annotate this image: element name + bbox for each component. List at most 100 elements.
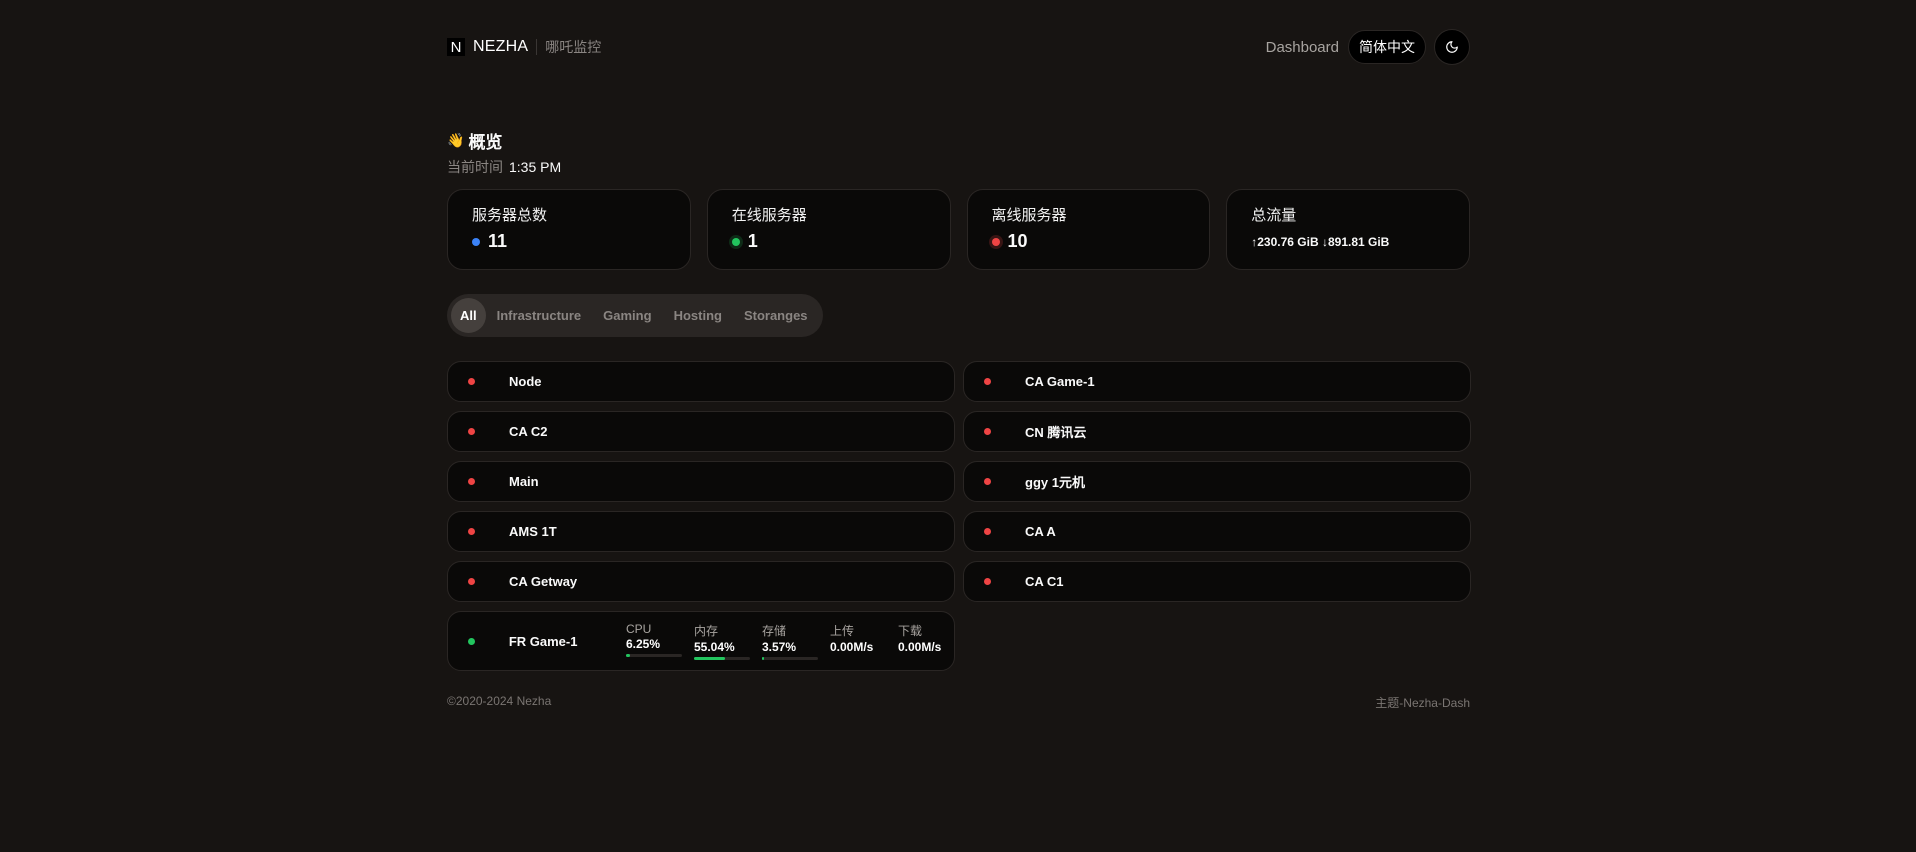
server-name: Main <box>509 474 539 489</box>
offline-status-icon <box>468 478 475 485</box>
server-card[interactable]: AMS 1T <box>447 511 955 552</box>
card-total-servers[interactable]: 服务器总数 11 <box>447 189 691 270</box>
memory-bar-fill <box>694 657 725 660</box>
disk-bar-fill <box>762 657 765 660</box>
brand-name: NEZHA <box>473 38 529 55</box>
server-name: CA C1 <box>1025 574 1064 589</box>
metric-label: 下载 <box>898 624 923 638</box>
metric-value: 0.00M/s <box>830 640 874 654</box>
server-name: Node <box>509 374 542 389</box>
server-name: FR Game-1 <box>508 633 578 649</box>
online-status-icon <box>468 637 475 645</box>
server-card[interactable]: ggy 1元机 <box>963 461 1471 502</box>
nezha-logo-icon: N <box>447 38 465 56</box>
offline-status-icon <box>984 578 991 585</box>
server-metrics: CPU 6.25% 内存 55.04% 存储 3.57% 上传 0.00M/s <box>626 622 954 660</box>
server-card[interactable]: CA C2 <box>447 411 955 452</box>
metric-label: 上传 <box>830 624 855 638</box>
tab-gaming[interactable]: Gaming <box>592 298 662 333</box>
server-name: AMS 1T <box>509 524 557 539</box>
metric-value: 6.25% <box>626 637 661 651</box>
brand-subtitle: 哪吒监控 <box>545 39 602 55</box>
tab-storanges[interactable]: Storanges <box>733 298 819 333</box>
group-tabs: All Infrastructure Gaming Hosting Storan… <box>447 294 823 337</box>
server-card[interactable]: CA Game-1 <box>963 361 1471 402</box>
server-name: ggy 1元机 <box>1025 475 1085 490</box>
overview-heading: 概览 <box>468 133 503 152</box>
server-name: CN 腾讯云 <box>1025 425 1087 440</box>
waving-hand-icon: 👋 <box>447 132 465 148</box>
card-value: 10 <box>1007 231 1028 251</box>
card-offline-servers[interactable]: 离线服务器 10 <box>966 189 1211 270</box>
metric-label: 存储 <box>762 624 787 638</box>
metric-upload: 上传 0.00M/s <box>830 622 886 660</box>
theme-credit[interactable]: 主题-Nezha-Dash <box>1375 694 1470 711</box>
cpu-bar <box>626 654 682 657</box>
cpu-bar-fill <box>626 654 630 657</box>
metric-cpu: CPU 6.25% <box>626 622 682 660</box>
theme-toggle-button[interactable] <box>1434 29 1470 65</box>
server-card[interactable]: CA A <box>963 511 1471 552</box>
language-button[interactable]: 简体中文 <box>1348 30 1426 64</box>
header: N NEZHA 哪吒监控 Dashboard 简体中文 <box>447 29 1470 65</box>
status-dot-icon <box>472 237 480 246</box>
card-total-traffic: 总流量 ↑230.76 GiB ↓891.81 GiB <box>1226 189 1470 270</box>
server-list: Node CA Game-1 CA C2 CN 腾讯云 Main ggy 1元机… <box>447 361 1471 671</box>
brand-divider <box>536 39 538 55</box>
card-title: 总流量 <box>1251 207 1297 224</box>
card-value: 1 <box>747 231 758 251</box>
tab-all[interactable]: All <box>451 298 486 333</box>
dashboard-link[interactable]: Dashboard <box>1266 39 1339 56</box>
card-title: 离线服务器 <box>991 207 1067 224</box>
card-value: 11 <box>488 231 508 251</box>
server-name: CA Game-1 <box>1025 374 1095 389</box>
footer: ©2020-2024 Nezha 主题-Nezha-Dash <box>447 694 1470 711</box>
server-card[interactable]: CA C1 <box>963 561 1471 602</box>
server-card-online[interactable]: FR Game-1 CPU 6.25% 内存 55.04% 存储 3.57% 上… <box>447 611 955 671</box>
server-name: CA A <box>1025 524 1056 539</box>
current-time-label: 当前时间 <box>447 159 503 175</box>
metric-disk: 存储 3.57% <box>762 622 818 660</box>
server-name: CA Getway <box>509 574 578 589</box>
traffic-upload: ↑230.76 GiB <box>1251 235 1319 249</box>
status-dot-icon <box>991 237 1000 246</box>
disk-bar <box>762 657 818 660</box>
offline-status-icon <box>468 428 475 435</box>
current-time-value: 1:35 PM <box>509 159 562 175</box>
status-dot-icon <box>731 237 740 246</box>
metric-download: 下载 0.00M/s <box>898 622 954 660</box>
server-card[interactable]: CA Getway <box>447 561 955 602</box>
server-card[interactable]: CN 腾讯云 <box>963 411 1471 452</box>
tab-infrastructure[interactable]: Infrastructure <box>486 298 593 333</box>
card-title: 在线服务器 <box>731 207 807 224</box>
offline-status-icon <box>984 378 991 385</box>
card-online-servers[interactable]: 在线服务器 1 <box>706 189 951 270</box>
metric-label: 内存 <box>694 624 719 638</box>
brand[interactable]: N NEZHA 哪吒监控 <box>447 37 601 57</box>
header-nav: Dashboard 简体中文 <box>1266 29 1470 65</box>
tab-hosting[interactable]: Hosting <box>663 298 733 333</box>
traffic-download: ↓891.81 GiB <box>1321 235 1390 249</box>
memory-bar <box>694 657 750 660</box>
metric-value: 55.04% <box>694 640 735 654</box>
offline-status-icon <box>984 528 991 535</box>
server-card[interactable]: Node <box>447 361 955 402</box>
offline-status-icon <box>468 578 475 585</box>
offline-status-icon <box>984 428 991 435</box>
card-title: 服务器总数 <box>472 207 548 224</box>
offline-status-icon <box>468 378 475 385</box>
server-card[interactable]: Main <box>447 461 955 502</box>
stat-cards: 服务器总数 11 在线服务器 1 离线服务器 10 总流量 ↑230.76 Gi… <box>447 189 1470 270</box>
current-time: 当前时间 1:35 PM <box>447 157 561 177</box>
metric-value: 3.57% <box>762 640 797 654</box>
metric-value: 0.00M/s <box>898 640 942 654</box>
metric-memory: 内存 55.04% <box>694 622 750 660</box>
moon-icon <box>1446 41 1458 53</box>
offline-status-icon <box>984 478 991 485</box>
copyright: ©2020-2024 Nezha <box>447 694 552 708</box>
metric-label: CPU <box>626 622 652 636</box>
overview-title: 👋 概览 <box>447 128 561 153</box>
server-name: CA C2 <box>509 424 548 439</box>
offline-status-icon <box>468 528 475 535</box>
overview-section: 👋 概览 当前时间 1:35 PM <box>447 128 561 177</box>
